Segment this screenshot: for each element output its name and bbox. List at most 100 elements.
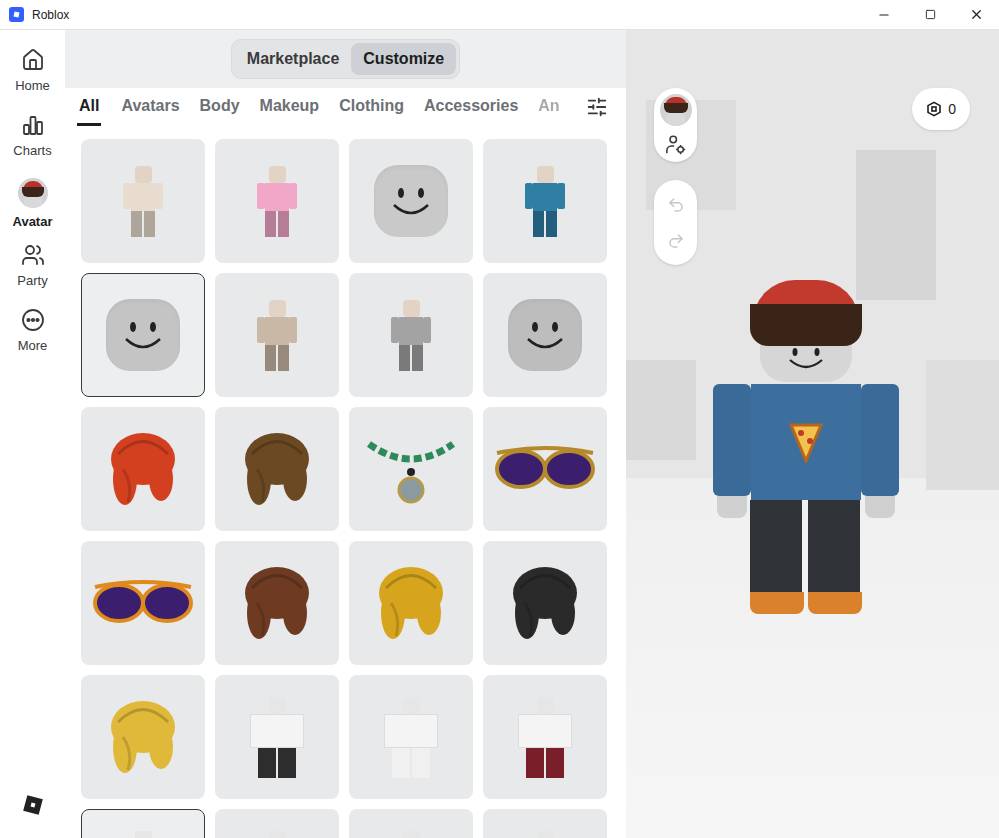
figure-head — [269, 831, 286, 838]
undo-button[interactable] — [667, 196, 685, 214]
avatar-button[interactable] — [660, 94, 692, 126]
sidebar-item[interactable]: Charts — [0, 109, 65, 174]
category-tab[interactable]: Accessories — [424, 88, 518, 126]
sidebar-item[interactable]: More — [0, 304, 65, 369]
mode-switch-option[interactable]: Marketplace — [235, 43, 352, 75]
sidebar-label: More — [18, 336, 48, 356]
head-shape — [374, 165, 448, 237]
category-tab[interactable]: All — [77, 88, 101, 126]
figure-leg — [546, 211, 557, 237]
figure-leg — [265, 211, 276, 237]
mode-switch: MarketplaceCustomize — [231, 39, 460, 79]
figure-arm — [391, 317, 399, 343]
close-button[interactable] — [953, 0, 999, 29]
category-tab[interactable]: Avatars — [121, 88, 179, 126]
item-card[interactable] — [81, 407, 205, 531]
avatar-settings-button[interactable] — [665, 134, 687, 156]
sidebar-label: Home — [15, 76, 50, 96]
avatar-controls — [654, 88, 697, 162]
figure-leg — [144, 211, 155, 237]
item-card[interactable] — [215, 407, 339, 531]
item-card[interactable] — [349, 675, 473, 799]
sidebar-item[interactable]: Home — [0, 44, 65, 109]
figure-head — [135, 166, 152, 183]
sidebar: Home ChartsAvatarParty More — [0, 30, 65, 838]
item-card[interactable] — [215, 139, 339, 263]
title-bar: Roblox — [0, 0, 999, 30]
avatar-face — [666, 112, 685, 126]
figure-torso — [250, 714, 304, 748]
tab-row: All Avatars Body Makeup Clothing Accessories A… — [65, 88, 626, 126]
glasses-icon — [493, 439, 597, 499]
item-card[interactable] — [349, 541, 473, 665]
redo-button[interactable] — [667, 232, 685, 250]
character-legs — [750, 500, 862, 614]
item-card[interactable] — [81, 139, 205, 263]
item-card[interactable] — [349, 273, 473, 397]
figure-leg — [278, 748, 296, 778]
item-card[interactable] — [483, 139, 607, 263]
avatar-figure — [525, 166, 565, 237]
figure-arm — [289, 183, 297, 209]
character-leg — [808, 500, 862, 614]
figure-torso-row — [391, 317, 431, 345]
figure-leg — [258, 748, 276, 778]
filter-button[interactable] — [582, 88, 612, 126]
item-card[interactable] — [483, 541, 607, 665]
category-tab[interactable]: Makeup — [260, 88, 320, 126]
item-card[interactable] — [349, 809, 473, 838]
roblox-logo — [22, 794, 44, 816]
figure-arm — [257, 317, 265, 343]
figure-head — [403, 697, 420, 714]
catalog-panel: All Avatars Body Makeup Clothing Accessories A… — [65, 88, 626, 838]
character-shoe — [808, 592, 862, 614]
item-card[interactable] — [215, 809, 339, 838]
robux-balance[interactable]: 0 — [912, 88, 970, 130]
sidebar-item[interactable]: Party — [0, 239, 65, 304]
item-card[interactable] — [483, 675, 607, 799]
scene-block — [626, 360, 696, 460]
figure-legs — [265, 345, 289, 371]
pizza-icon — [789, 421, 823, 463]
mode-switch-option[interactable]: Customize — [351, 43, 456, 75]
category-tab[interactable]: Clothing — [339, 88, 404, 126]
hair-icon — [103, 424, 183, 514]
window-title: Roblox — [32, 6, 69, 24]
item-card[interactable] — [81, 675, 205, 799]
outfit-figure — [116, 831, 170, 838]
item-card[interactable] — [215, 541, 339, 665]
item-card[interactable] — [81, 541, 205, 665]
head-shape — [508, 299, 582, 371]
item-card[interactable] — [81, 809, 205, 838]
figure-leg — [412, 748, 430, 778]
scene-block — [926, 360, 999, 490]
item-card[interactable] — [215, 273, 339, 397]
jeans-leg — [750, 500, 802, 592]
item-card[interactable] — [483, 273, 607, 397]
party-icon — [21, 243, 45, 267]
item-card[interactable] — [483, 809, 607, 838]
close-icon — [969, 7, 984, 22]
category-tab[interactable]: An — [538, 88, 559, 126]
item-card[interactable] — [349, 407, 473, 531]
figure-torso — [533, 183, 557, 211]
figure-torso-row — [257, 183, 297, 211]
robux-icon — [926, 101, 942, 117]
character-shoe — [750, 592, 804, 614]
hair-icon — [505, 558, 585, 648]
figure-legs — [131, 211, 155, 237]
outfit-figure — [384, 831, 438, 838]
figure-leg — [131, 211, 142, 237]
maximize-button[interactable] — [907, 0, 953, 29]
item-card[interactable] — [215, 675, 339, 799]
hair-icon — [237, 558, 317, 648]
item-card[interactable] — [349, 139, 473, 263]
logo-mark — [14, 12, 20, 18]
item-card[interactable] — [483, 407, 607, 531]
category-tab[interactable]: Body — [200, 88, 240, 126]
minimize-button[interactable] — [861, 0, 907, 29]
scene-block — [856, 150, 936, 300]
sidebar-item[interactable]: Avatar — [0, 174, 65, 239]
figure-torso — [131, 183, 155, 211]
item-card[interactable] — [81, 273, 205, 397]
